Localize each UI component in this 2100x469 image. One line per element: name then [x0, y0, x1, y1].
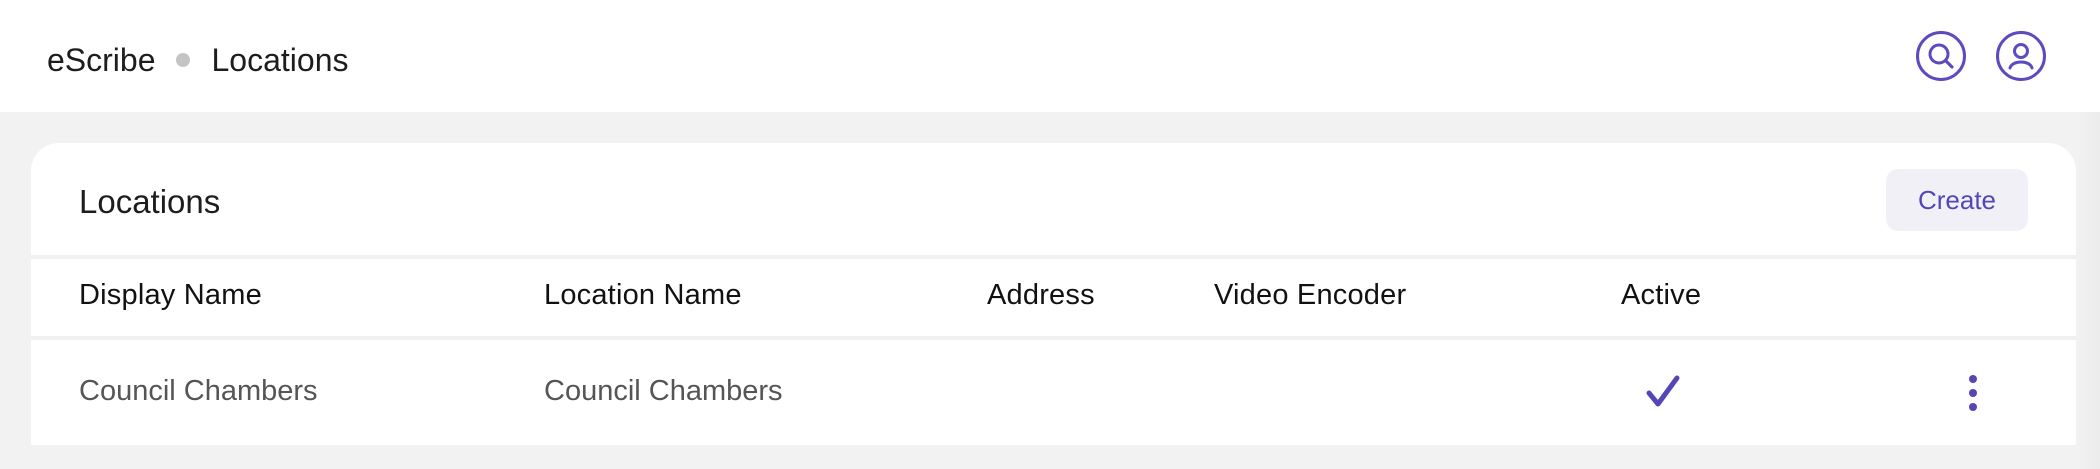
user-profile-button[interactable]: [1996, 31, 2046, 81]
column-header-video-encoder[interactable]: Video Encoder: [1214, 279, 1406, 312]
search-icon: [1928, 43, 1954, 69]
user-profile-icon: [2008, 43, 2034, 70]
row-divider: [31, 336, 2076, 340]
column-header-location-name[interactable]: Location Name: [544, 279, 742, 312]
breadcrumb-current-page: Locations: [211, 41, 349, 78]
column-header-active[interactable]: Active: [1621, 279, 1701, 312]
top-bar: eScribe Locations: [0, 0, 2100, 112]
breadcrumb-separator: [175, 53, 190, 67]
column-header-address[interactable]: Address: [987, 279, 1095, 312]
page-scrollbar-track[interactable]: [2076, 112, 2100, 469]
header-divider: [31, 255, 2076, 259]
search-button[interactable]: [1916, 31, 1966, 81]
create-button[interactable]: Create: [1886, 169, 2028, 231]
cell-display-name: Council Chambers: [79, 375, 318, 407]
kebab-dot: [1969, 389, 1977, 397]
cell-location-name: Council Chambers: [544, 375, 783, 407]
breadcrumb: eScribe Locations: [47, 38, 348, 82]
breadcrumb-app[interactable]: eScribe: [47, 42, 156, 79]
more-vertical-icon[interactable]: [1961, 372, 1985, 414]
card-title: Locations: [79, 183, 221, 220]
kebab-dot: [1969, 375, 1977, 383]
kebab-dot: [1969, 403, 1977, 411]
column-header-display-name[interactable]: Display Name: [79, 279, 262, 312]
checkmark-icon: [1646, 375, 1680, 407]
locations-card: Locations Create Display Name Location N…: [31, 143, 2076, 445]
